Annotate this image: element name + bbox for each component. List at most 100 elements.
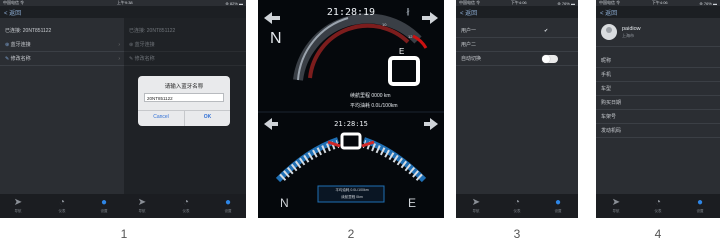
bluetooth-name-input[interactable]: 20NT851122	[144, 93, 224, 102]
user-two-row[interactable]: 用户二	[456, 38, 578, 52]
tab-settings[interactable]: ● 设置	[94, 197, 114, 214]
engine-number-row[interactable]: 发动机码	[596, 124, 720, 138]
avatar	[601, 24, 617, 40]
settings-bubble-icon: ●	[554, 197, 562, 208]
auto-switch-row: 自动切换	[456, 52, 578, 66]
row-label: 蓝牙连接	[134, 42, 155, 48]
tab-dashboard[interactable]: ◔ 仪表	[648, 197, 668, 214]
bluetooth-connect-row-dim: ⊛ 蓝牙连接	[124, 38, 246, 52]
tab-label: 导航	[14, 209, 22, 213]
row-label: 车架号	[601, 114, 617, 120]
back-button[interactable]: < 返回	[4, 8, 21, 17]
tab-label: 设置	[696, 209, 704, 213]
phone-screen-4: 中国电信 令 下午4:06 ⊕ 76% ▬ < 返回 paidiow 上海市 昵…	[596, 0, 720, 218]
back-button[interactable]: < 返回	[460, 8, 477, 17]
tab-label: 设置	[554, 209, 562, 213]
scale-tick: 12	[408, 34, 413, 39]
speedometer-icon: ◔	[58, 197, 66, 208]
bluetooth-connect-row[interactable]: ⊛ 蓝牙连接 ›	[0, 38, 124, 52]
bluetooth-panel: 已连接: 20NT851122 ⊛ 蓝牙连接 › ✎ 修改名称 ›	[0, 18, 124, 194]
caption-1: 1	[120, 227, 128, 241]
navigation-arrow-icon: ➤	[471, 197, 481, 208]
caption-3: 3	[513, 227, 521, 241]
phone-screen-1: 中国电信 令 上午9:38 ⊕ 82% ▬ < 返回 已连接: 20NT8511…	[0, 0, 246, 218]
auto-switch-toggle[interactable]	[542, 55, 558, 63]
battery-label: ⊕ 82% ▬	[225, 0, 243, 6]
compass-north-bottom: N	[280, 196, 289, 210]
speedometer-icon: ◔	[654, 197, 662, 208]
bottom-range-readout: 续航里程 0km	[341, 195, 363, 199]
chevron-right-icon: ›	[118, 42, 120, 48]
bottom-fuel-readout: 平均油耗 0.0L/100km	[335, 188, 369, 192]
tab-label: 仪表	[654, 209, 662, 213]
cancel-button[interactable]: Cancel	[138, 114, 184, 120]
speedometer-icon: ◔	[513, 197, 521, 208]
toggle-knob	[542, 55, 550, 63]
clock-bottom: 21:28:15	[334, 120, 368, 128]
model-row[interactable]: 车型	[596, 82, 720, 96]
tab-settings[interactable]: ● 设置	[548, 197, 568, 214]
profile-name: paidiow	[622, 26, 641, 32]
phone-row[interactable]: 手机	[596, 68, 720, 82]
connected-device-row: 已连接: 20NT851122	[0, 24, 124, 38]
row-label: 用户一	[461, 28, 477, 34]
ok-button[interactable]: OK	[185, 114, 230, 120]
settings-bubble-icon: ●	[224, 197, 232, 208]
navigation-arrow-icon: ➤	[611, 197, 621, 208]
scale-tick: 10	[382, 22, 387, 27]
nav-bar: < 返回	[456, 6, 578, 18]
tab-label: 导航	[612, 209, 620, 213]
tab-bar: ➤ 导航 ◔ 仪表 ● 设置	[456, 194, 578, 218]
checkmark-icon: ✔	[544, 28, 549, 34]
tab-label: 仪表	[513, 209, 521, 213]
connected-device-row-dim: 已连接: 20NT851122	[124, 24, 246, 38]
compass-heading: E	[399, 47, 405, 56]
tab-bar: ➤ 导航 ◔ 仪表 ● 设置	[596, 194, 720, 218]
compass-north: N	[270, 30, 282, 47]
profile-location: 上海市	[622, 33, 634, 38]
tab-bar: ➤ 导航 ◔ 仪表 ● 设置 ➤ 导航 ◔ 仪表 ● 设置	[0, 194, 246, 218]
phone-screen-2: 21:28:19 ∦ N E 10 12 续航里程 0000 km 平均油耗 0…	[258, 0, 444, 218]
tab-label: 导航	[138, 209, 146, 213]
rename-dialog: 请输入蓝牙名称 20NT851122 Cancel OK	[138, 76, 230, 126]
navigation-arrow-icon: ➤	[137, 197, 147, 208]
settings-bubble-icon: ●	[100, 197, 108, 208]
nav-bar: < 返回	[596, 6, 720, 18]
row-label: 修改名称	[10, 56, 31, 62]
purchase-date-row[interactable]: 购买日期	[596, 96, 720, 110]
caption-2: 2	[347, 227, 355, 241]
tab-settings-dim[interactable]: ● 设置	[218, 197, 238, 214]
tab-navigation-dim[interactable]: ➤ 导航	[132, 197, 152, 214]
connected-device-label: 已连接: 20NT851122	[129, 28, 176, 34]
row-label: 手机	[601, 72, 612, 78]
nav-bar: < 返回	[0, 6, 246, 18]
frame-number-row[interactable]: 车架号	[596, 110, 720, 124]
phone-screen-3: 中国电信 令 下午4:06 ⊕ 76% ▬ < 返回 用户一 ✔ 用户二 自动切…	[456, 0, 578, 218]
tab-dashboard[interactable]: ◔ 仪表	[507, 197, 527, 214]
row-label: 购买日期	[601, 100, 622, 106]
chevron-right-icon: ›	[118, 56, 120, 62]
navigation-arrow-icon: ➤	[13, 197, 23, 208]
row-label: 蓝牙连接	[10, 42, 31, 48]
nickname-row[interactable]: 昵称	[596, 54, 720, 68]
battery-label: ⊕ 76% ▬	[699, 0, 717, 6]
tab-dashboard-dim[interactable]: ◔ 仪表	[176, 197, 196, 214]
row-label: 发动机码	[601, 128, 622, 134]
rename-row-dim: ✎ 修改名称	[124, 52, 246, 66]
bluetooth-icon: ∦	[406, 7, 410, 16]
tab-settings[interactable]: ● 设置	[690, 197, 710, 214]
tab-dashboard[interactable]: ◔ 仪表	[52, 197, 72, 214]
user-one-row[interactable]: 用户一 ✔	[456, 24, 578, 38]
tab-navigation[interactable]: ➤ 导航	[606, 197, 626, 214]
rename-row[interactable]: ✎ 修改名称 ›	[0, 52, 124, 66]
speedometer-icon: ◔	[182, 197, 190, 208]
tab-navigation[interactable]: ➤ 导航	[466, 197, 486, 214]
connected-device-label: 已连接: 20NT851122	[5, 28, 52, 34]
row-label: 修改名称	[134, 56, 155, 62]
tab-navigation[interactable]: ➤ 导航	[8, 197, 28, 214]
caption-4: 4	[654, 227, 662, 241]
row-label: 自动切换	[461, 56, 482, 62]
tab-label: 设置	[100, 209, 108, 213]
profile-header[interactable]: paidiow 上海市	[596, 20, 720, 47]
back-button[interactable]: < 返回	[600, 8, 617, 17]
